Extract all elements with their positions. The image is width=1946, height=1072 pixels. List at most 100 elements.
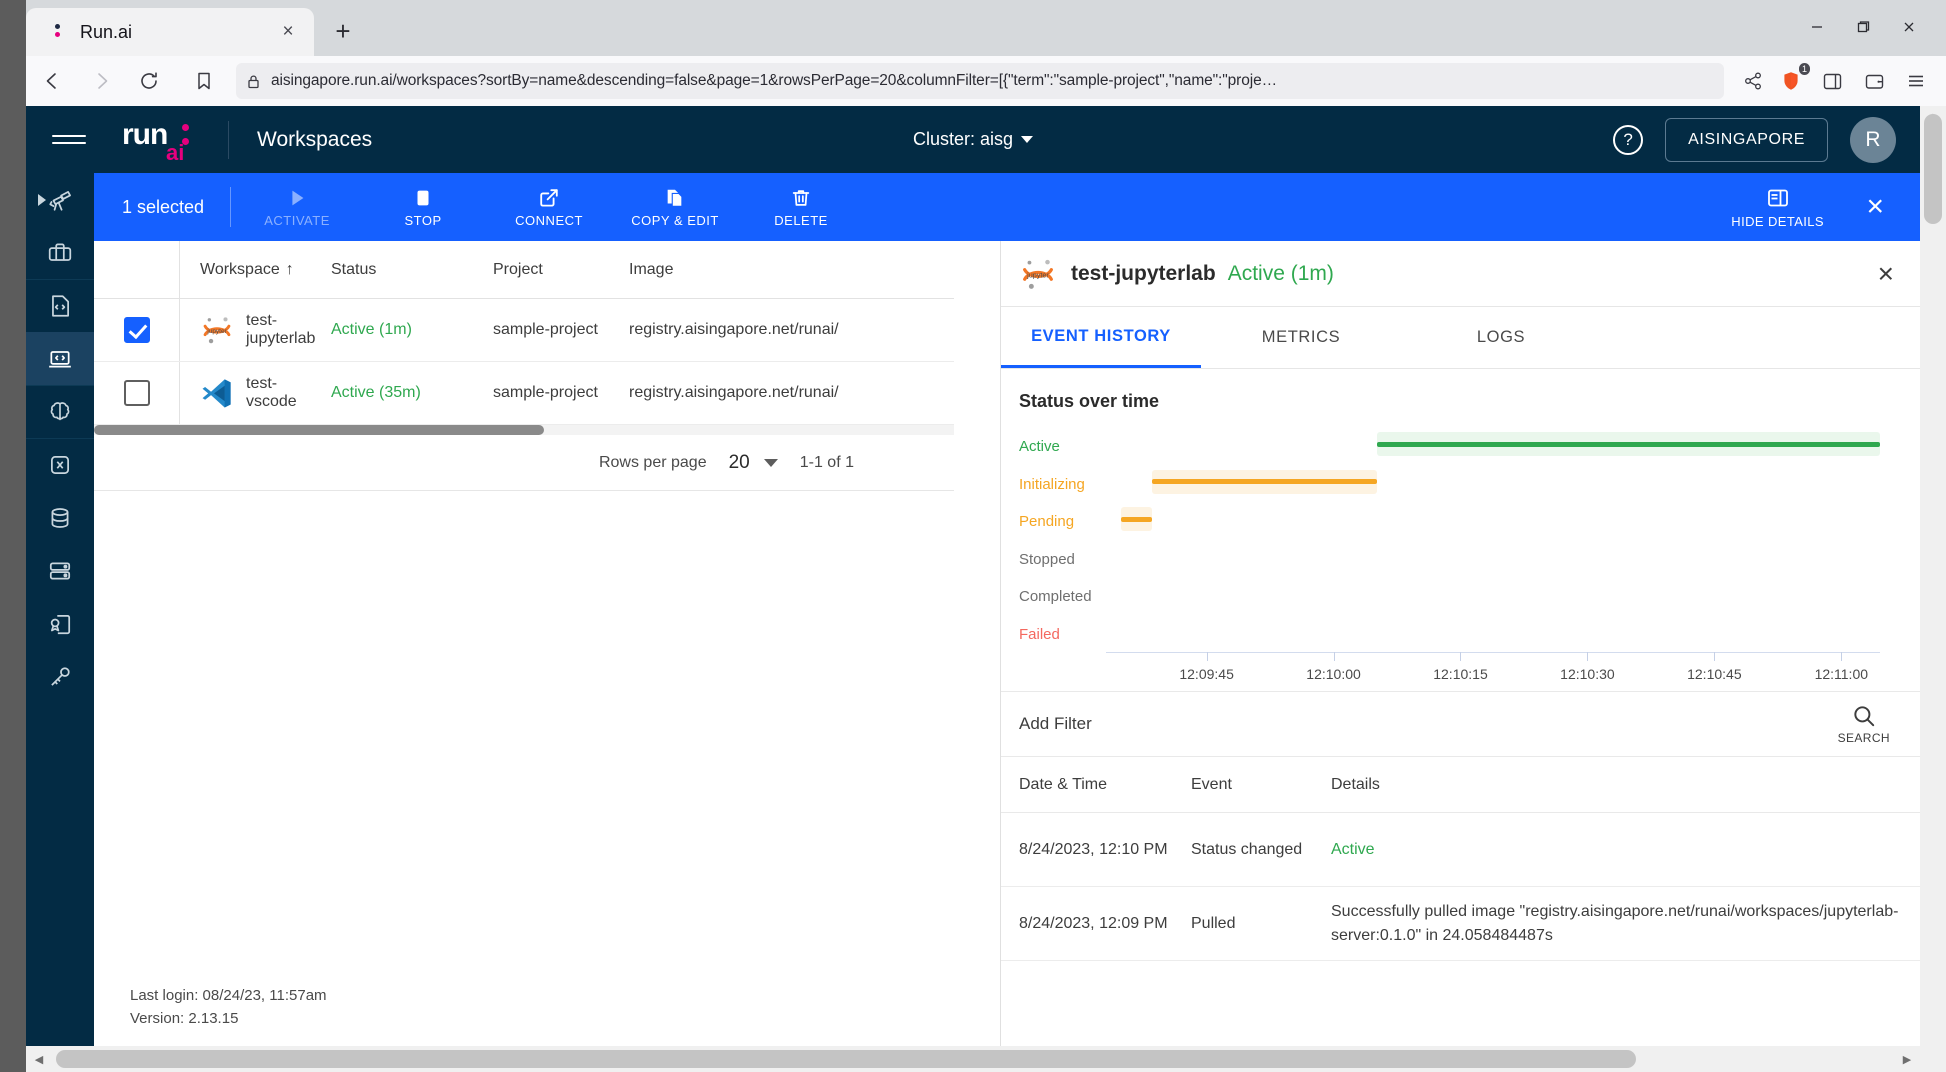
sidebar-item-trainings[interactable] bbox=[26, 279, 94, 332]
tab-metrics[interactable]: METRICS bbox=[1201, 307, 1401, 368]
hide-details-button[interactable]: HIDE DETAILS bbox=[1731, 186, 1824, 229]
row-checkbox[interactable] bbox=[123, 380, 150, 406]
search-label: SEARCH bbox=[1837, 731, 1890, 745]
delete-button[interactable]: DELETE bbox=[741, 187, 861, 228]
row-project: sample-project bbox=[493, 321, 598, 338]
lock-icon bbox=[246, 74, 261, 89]
page-horizontal-scrollbar[interactable]: ◀ ▶ bbox=[26, 1046, 1920, 1072]
event-name: Pulled bbox=[1191, 914, 1236, 932]
help-circle-icon[interactable]: ? bbox=[1613, 124, 1644, 155]
vertical-scrollbar-thumb[interactable] bbox=[1924, 114, 1942, 224]
left-rail bbox=[26, 173, 94, 1046]
sidebar-item-templates[interactable] bbox=[26, 597, 94, 650]
table-scrollbar-thumb[interactable] bbox=[94, 425, 544, 435]
avatar[interactable]: R bbox=[1850, 116, 1896, 163]
hide-details-label: HIDE DETAILS bbox=[1731, 213, 1824, 229]
shield-block-count: 1 bbox=[1798, 63, 1810, 75]
hexagon-x-icon bbox=[51, 456, 69, 474]
sidebar-item-data-sources[interactable] bbox=[26, 491, 94, 544]
close-panel-icon[interactable]: × bbox=[1866, 192, 1884, 222]
wallet-icon[interactable] bbox=[1854, 62, 1894, 100]
sidebar-item-workspaces[interactable] bbox=[26, 332, 94, 385]
hamburger-menu-icon[interactable] bbox=[1896, 62, 1936, 100]
hamburger-icon[interactable] bbox=[52, 135, 86, 144]
search-button[interactable]: SEARCH bbox=[1838, 703, 1890, 745]
stop-button[interactable]: STOP bbox=[363, 187, 483, 228]
scroll-left-arrow-icon[interactable]: ◀ bbox=[26, 1046, 52, 1072]
row-workspace-name: test-jupyterlab bbox=[246, 312, 316, 347]
brave-shield-icon[interactable]: 1 bbox=[1774, 63, 1810, 98]
minimize-button[interactable] bbox=[1794, 10, 1840, 44]
rows-per-page-value: 20 bbox=[728, 451, 750, 473]
event-table-header: Date & Time Event Details bbox=[1001, 757, 1920, 813]
event-row: 8/24/2023, 12:09 PM Pulled Successfully … bbox=[1001, 887, 1920, 961]
expand-arrow-icon bbox=[38, 193, 46, 206]
row-checkbox-cell[interactable] bbox=[94, 299, 180, 361]
sidebar-item-credentials[interactable] bbox=[26, 650, 94, 703]
horizontal-scrollbar-thumb[interactable] bbox=[56, 1050, 1636, 1068]
logo-ai-text: ai bbox=[166, 139, 185, 165]
row-image: registry.aisingapore.net/runai/ bbox=[629, 321, 839, 338]
browser-tab[interactable]: Run.ai × bbox=[26, 8, 314, 56]
svg-text:jupyter: jupyter bbox=[206, 328, 227, 335]
app-top-nav: run ai Workspaces Cluster: aisg ? AISING… bbox=[26, 106, 1920, 173]
connect-button[interactable]: CONNECT bbox=[489, 187, 609, 228]
cluster-selector[interactable]: Cluster: aisg bbox=[913, 129, 1034, 150]
maximize-button[interactable] bbox=[1840, 10, 1886, 44]
organization-button[interactable]: AISINGAPORE bbox=[1665, 117, 1828, 162]
back-button[interactable] bbox=[32, 60, 74, 102]
column-header-details: Details bbox=[1331, 775, 1380, 793]
chart-lanes: Active Initializing Pending Stopped Comp… bbox=[1001, 432, 1920, 652]
copy-icon bbox=[667, 189, 683, 207]
sidebar-item-workloads[interactable] bbox=[26, 226, 94, 279]
sidebar-toggle-icon[interactable] bbox=[1812, 62, 1852, 100]
chart-lane-stopped: Stopped bbox=[1001, 545, 1920, 583]
close-detail-icon[interactable]: × bbox=[1878, 258, 1894, 290]
forward-button[interactable] bbox=[80, 60, 122, 102]
column-header-workspace[interactable]: Workspace ↑ bbox=[180, 261, 325, 279]
reload-button[interactable] bbox=[128, 60, 170, 102]
chart-lane-label: Initializing bbox=[1019, 475, 1085, 493]
rows-per-page-select[interactable]: 20 bbox=[729, 452, 778, 474]
row-status: Active (35m) bbox=[331, 384, 421, 401]
bookmark-icon[interactable] bbox=[184, 61, 224, 101]
column-header-project[interactable]: Project bbox=[493, 261, 629, 279]
nav-right-group: ? AISINGAPORE R bbox=[1613, 116, 1896, 163]
tab-event-history[interactable]: EVENT HISTORY bbox=[1001, 307, 1201, 368]
chart-lane-label: Failed bbox=[1019, 625, 1060, 643]
row-checkbox-cell[interactable] bbox=[94, 362, 180, 424]
column-header-image[interactable]: Image bbox=[629, 261, 954, 279]
brain-icon bbox=[50, 402, 70, 421]
close-window-button[interactable] bbox=[1886, 10, 1932, 44]
column-header-status[interactable]: Status bbox=[325, 261, 493, 279]
add-filter-button[interactable]: Add Filter bbox=[1019, 714, 1092, 734]
table-row[interactable]: jupyter test-jupyterlab Active (1m) samp… bbox=[94, 299, 954, 362]
laptop-code-icon bbox=[49, 350, 71, 367]
row-workspace-name: test-vscode bbox=[246, 375, 297, 410]
sidebar-item-deployments[interactable] bbox=[26, 385, 94, 438]
activate-button[interactable]: ACTIVATE bbox=[237, 187, 357, 228]
delete-label: DELETE bbox=[774, 212, 828, 228]
scroll-right-arrow-icon[interactable]: ▶ bbox=[1894, 1046, 1920, 1072]
tab-logs[interactable]: LOGS bbox=[1401, 307, 1601, 368]
share-icon[interactable] bbox=[1736, 64, 1770, 98]
chevron-down-icon bbox=[1021, 136, 1034, 143]
copy-edit-button[interactable]: COPY & EDIT bbox=[615, 187, 735, 228]
close-tab-icon[interactable]: × bbox=[276, 20, 300, 44]
url-input[interactable]: aisingapore.run.ai/workspaces?sortBy=nam… bbox=[236, 63, 1724, 99]
page-vertical-scrollbar[interactable]: ▲ bbox=[1920, 106, 1946, 1046]
chart-lane-label: Pending bbox=[1019, 513, 1075, 530]
tab-title: Run.ai bbox=[80, 21, 133, 42]
table-row[interactable]: test-vscode Active (35m) sample-project … bbox=[94, 362, 954, 425]
sidebar-item-overview[interactable] bbox=[26, 173, 94, 226]
table-horizontal-scrollbar[interactable] bbox=[94, 425, 954, 435]
row-checkbox[interactable] bbox=[123, 317, 150, 343]
axis-tick bbox=[1206, 652, 1208, 661]
connect-label: CONNECT bbox=[515, 212, 583, 228]
telescope-icon bbox=[49, 190, 71, 211]
new-tab-button[interactable]: + bbox=[326, 14, 360, 48]
event-datetime: 8/24/2023, 12:09 PM bbox=[1019, 914, 1168, 932]
page-title: Workspaces bbox=[257, 127, 373, 151]
sidebar-item-experiments[interactable] bbox=[26, 438, 94, 491]
sidebar-item-compute-resources[interactable] bbox=[26, 544, 94, 597]
